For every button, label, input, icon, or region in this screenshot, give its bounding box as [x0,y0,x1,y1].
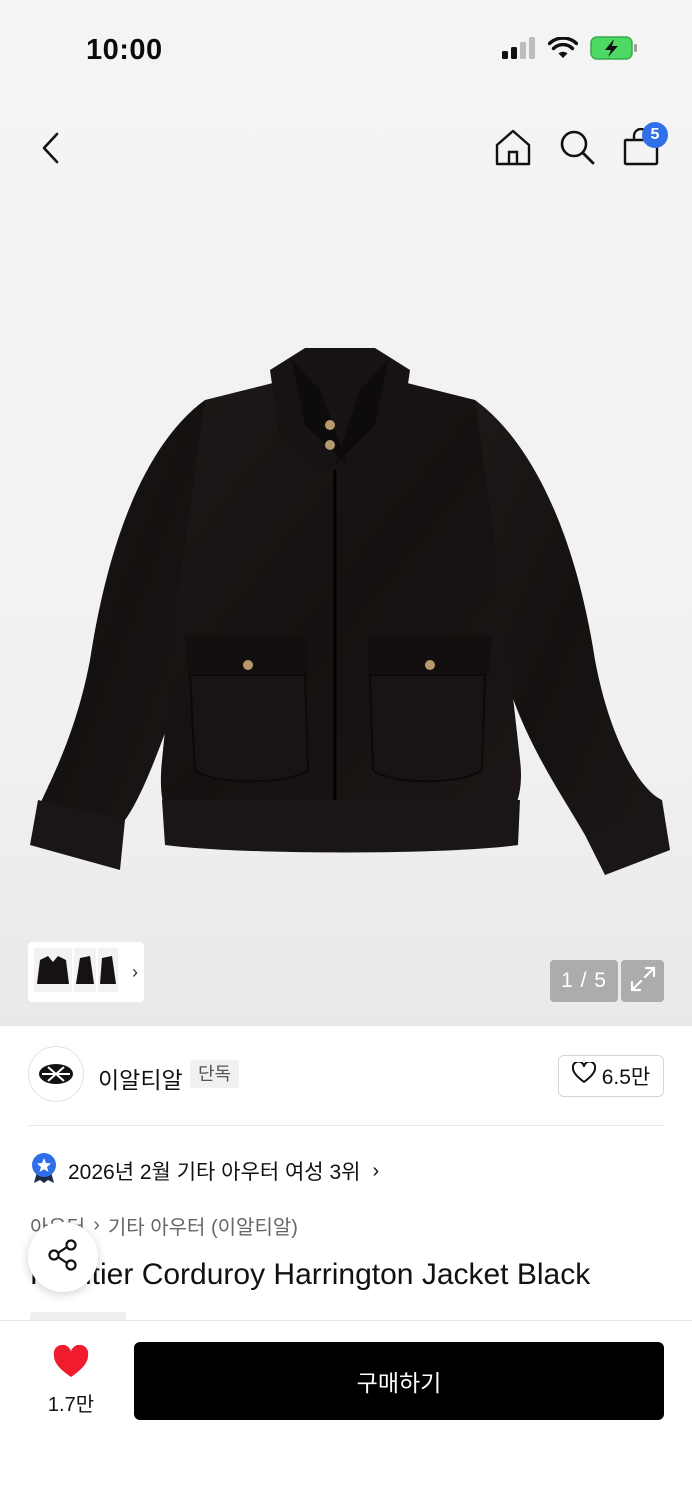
thumbnail-more-icon[interactable]: › [132,962,138,983]
brand-name[interactable]: 이알티알 [98,1061,183,1095]
product-title: Frontier Corduroy Harrington Jacket Blac… [30,1258,591,1291]
breadcrumb-separator: › [93,1214,100,1236]
search-icon [558,128,596,171]
home-button[interactable] [492,126,534,172]
brand-like-button[interactable]: 6.5만 [558,1055,664,1097]
battery-icon [590,36,638,65]
breadcrumb-subcategory[interactable]: 기타 아우터 (이알티알) [108,1211,298,1240]
wifi-icon [547,36,579,64]
home-icon [494,128,532,171]
status-icons [502,36,638,65]
expand-icon [629,965,657,998]
brand-logo[interactable] [28,1046,84,1102]
wishlist-count: 1.7만 [47,1394,95,1416]
product-image-jacket[interactable] [30,330,670,890]
bottom-action-bar: 1.7만 구매하기 [0,1320,692,1500]
divider [28,1125,664,1126]
back-icon [39,131,61,170]
brand-like-count: 6.5만 [601,1066,651,1089]
product-gallery[interactable]: 10:00 5 › 1 / 5 [0,0,692,1026]
share-icon [46,1238,80,1277]
heart-filled-icon [52,1344,90,1384]
status-bar: 10:00 [0,0,692,100]
share-button[interactable] [28,1222,98,1292]
nav-actions: 5 [492,122,668,172]
buy-button[interactable]: 구매하기 [134,1342,664,1420]
status-time: 10:00 [86,34,163,66]
product-detail-page: 10:00 5 › 1 / 5 이알티알 단독 6.5만 2026년 2월 기타… [0,0,692,1500]
ranking-chevron-icon: › [372,1159,380,1182]
heart-outline-icon [571,1060,596,1090]
brand-row: 이알티알 단독 6.5만 [28,1046,664,1106]
exclusive-badge: 단독 [190,1060,240,1088]
thumbnail-side[interactable] [74,947,96,997]
signal-icon [502,37,536,64]
cart-count-badge: 5 [642,122,668,148]
cart-button[interactable]: 5 [620,122,668,172]
thumbnail-strip[interactable]: › [28,942,144,1002]
image-counter: 1 / 5 [550,960,618,1002]
search-button[interactable] [556,126,598,172]
ranking-text: 2026년 2월 기타 아우터 여성 3위 [68,1161,361,1184]
back-button[interactable] [30,126,70,174]
thumbnail-back[interactable] [98,947,118,997]
ranking-link[interactable]: 2026년 2월 기타 아우터 여성 3위 › [30,1152,380,1190]
thumbnail-front[interactable] [34,947,72,997]
top-nav-bar: 5 [0,118,692,182]
ranking-medal-icon [30,1152,58,1190]
wishlist-button[interactable]: 1.7만 [36,1344,106,1416]
expand-button[interactable] [621,960,664,1002]
